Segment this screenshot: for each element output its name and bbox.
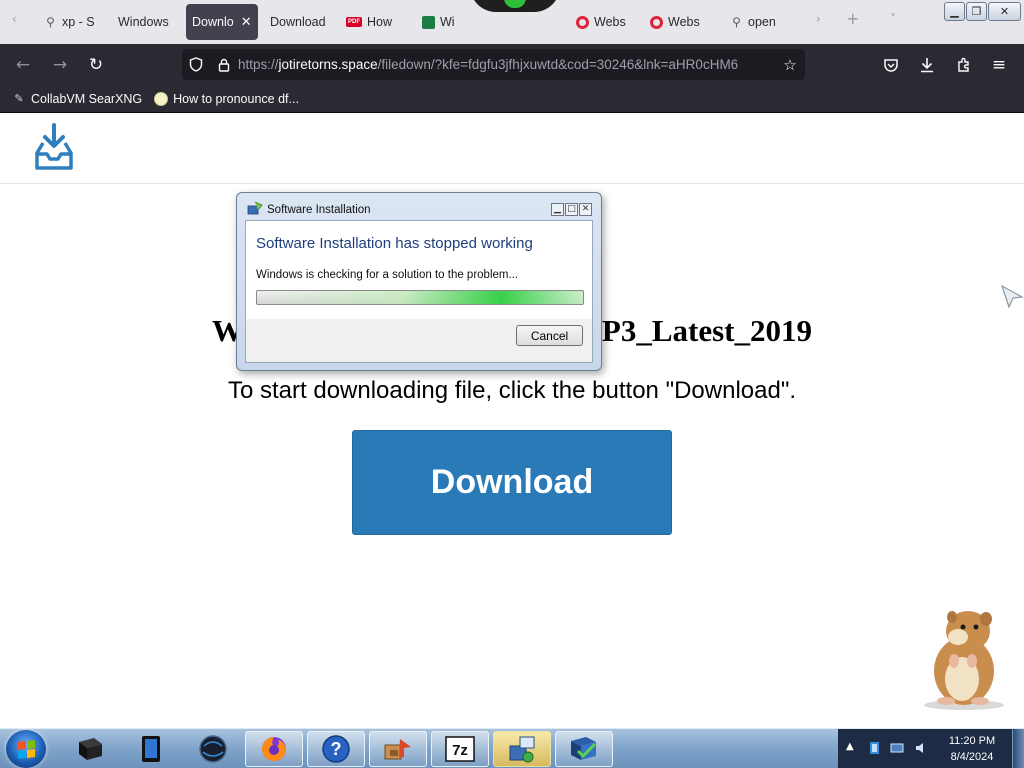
search-icon: ⚲ bbox=[732, 15, 741, 29]
task-icon bbox=[571, 737, 597, 760]
tab-website-1[interactable]: Webs bbox=[570, 4, 632, 40]
taskbar-globe-app[interactable] bbox=[184, 731, 242, 767]
taskbar-7zip[interactable]: 7z bbox=[431, 731, 489, 767]
searxng-icon: ✎ bbox=[14, 93, 24, 105]
windows-logo-icon bbox=[17, 739, 35, 759]
minimize-icon[interactable]: ▁ bbox=[944, 2, 965, 21]
tab-windows[interactable]: Windows bbox=[112, 4, 178, 40]
window-controls: ▁ ❐ ✕ bbox=[944, 2, 1021, 21]
dialog-close-icon[interactable]: ✕ bbox=[579, 203, 592, 216]
reload-icon[interactable]: ↻ bbox=[83, 52, 109, 78]
lock-icon[interactable] bbox=[210, 58, 238, 72]
taskbar-installer-active[interactable] bbox=[493, 731, 551, 767]
webcam-overlay bbox=[470, 0, 560, 12]
dialog-titlebar[interactable]: Software Installation ▁ □ ✕ bbox=[237, 193, 601, 220]
dialog-message: Windows is checking for a solution to th… bbox=[256, 269, 519, 281]
firefox-icon bbox=[262, 737, 286, 761]
downloads-icon[interactable] bbox=[914, 52, 940, 78]
tab-website-2[interactable]: Webs bbox=[644, 4, 710, 40]
menu-icon[interactable]: ≡ bbox=[986, 52, 1012, 78]
dialog-window-controls: ▁ □ ✕ bbox=[551, 203, 592, 216]
taskbar-setup[interactable] bbox=[369, 731, 427, 767]
tray-expand-icon[interactable]: ▲ bbox=[846, 741, 854, 752]
download-inbox-logo-icon[interactable] bbox=[34, 123, 74, 171]
download-button[interactable]: Download bbox=[352, 430, 672, 535]
dialog-heading: Software Installation has stopped workin… bbox=[256, 235, 533, 252]
tab-download-active[interactable]: Downlo ✕ bbox=[186, 4, 258, 40]
tab-sheet[interactable]: Wi bbox=[416, 4, 468, 40]
taskbar: ? 7z ▲ 11:20 PM 8/4/2024 bbox=[0, 728, 1024, 768]
tab-how[interactable]: PDF How bbox=[340, 4, 402, 40]
system-clock[interactable]: 11:20 PM 8/4/2024 bbox=[942, 733, 1002, 765]
7zip-icon: 7z bbox=[445, 736, 475, 762]
taskbar-tablet[interactable] bbox=[122, 731, 180, 767]
installer-icon bbox=[509, 736, 535, 763]
tab-download[interactable]: Download bbox=[264, 4, 334, 40]
progress-bar bbox=[256, 290, 584, 305]
forward-icon[interactable]: → bbox=[47, 52, 73, 78]
show-desktop-button[interactable] bbox=[1012, 729, 1024, 768]
tab-strip: ‹ ⚲ xp - S Windows Downlo ✕ Download PDF… bbox=[0, 0, 1024, 44]
globe-icon bbox=[154, 91, 169, 106]
bookmark-star-icon[interactable]: ☆ bbox=[775, 56, 805, 74]
svg-text:?: ? bbox=[331, 739, 342, 759]
search-icon: ⚲ bbox=[46, 15, 55, 29]
close-window-icon[interactable]: ✕ bbox=[988, 2, 1021, 21]
tab-scroll-left-icon[interactable]: ‹ bbox=[12, 12, 17, 26]
network-icon[interactable] bbox=[890, 741, 904, 755]
taskbar-help[interactable]: ? bbox=[307, 731, 365, 767]
start-button[interactable] bbox=[6, 730, 46, 768]
dialog-body: Software Installation has stopped workin… bbox=[245, 220, 593, 363]
bookmark-searxng[interactable]: ✎ CollabVM SearXNG bbox=[12, 92, 142, 106]
volume-icon[interactable] bbox=[914, 741, 928, 755]
taskbar-media-center[interactable] bbox=[60, 731, 118, 767]
clock-time: 11:20 PM bbox=[948, 735, 996, 747]
pdf-icon: PDF bbox=[346, 17, 362, 27]
new-tab-icon[interactable]: + bbox=[846, 9, 859, 28]
progress-fill bbox=[257, 291, 583, 304]
close-tab-icon[interactable]: ✕ bbox=[241, 14, 252, 30]
svg-text:7z: 7z bbox=[452, 742, 468, 759]
dialog-maximize-icon[interactable]: □ bbox=[565, 203, 578, 216]
screen: ‹ ⚲ xp - S Windows Downlo ✕ Download PDF… bbox=[0, 0, 1024, 768]
tab-list-icon[interactable]: ˅ bbox=[890, 12, 896, 26]
bookmarks-toolbar: ✎ CollabVM SearXNG How to pronounce df..… bbox=[0, 85, 1024, 113]
url-text[interactable]: https://jotiretorns.space/filedown/?kfe=… bbox=[238, 57, 775, 72]
error-dialog: Software Installation ▁ □ ✕ Software Ins… bbox=[236, 192, 602, 371]
dialog-minimize-icon[interactable]: ▁ bbox=[551, 203, 564, 216]
shield-icon[interactable] bbox=[182, 57, 210, 72]
taskbar-task[interactable] bbox=[555, 731, 613, 767]
tab-open-search[interactable]: ⚲ open bbox=[724, 4, 782, 40]
clock-date: 8/4/2024 bbox=[950, 751, 994, 763]
pocket-icon[interactable] bbox=[878, 52, 904, 78]
restore-icon[interactable]: ❐ bbox=[966, 2, 987, 21]
navigation-toolbar: ← → ↻ https://jotiretorns.space/filedown… bbox=[0, 44, 1024, 85]
help-icon: ? bbox=[322, 735, 350, 763]
dialog-title: Software Installation bbox=[267, 204, 371, 216]
system-tray: ▲ 11:20 PM 8/4/2024 bbox=[838, 729, 1024, 768]
tab-xp-search[interactable]: ⚲ xp - S bbox=[38, 4, 102, 40]
back-icon[interactable]: ← bbox=[10, 52, 36, 78]
opera-icon bbox=[650, 15, 663, 29]
bookmark-pronounce[interactable]: How to pronounce df... bbox=[154, 91, 299, 106]
opera-icon bbox=[576, 15, 589, 29]
hamster-mascot-icon bbox=[924, 611, 1004, 710]
media-center-icon bbox=[79, 738, 102, 760]
sheet-icon bbox=[422, 15, 435, 29]
address-bar[interactable]: https://jotiretorns.space/filedown/?kfe=… bbox=[182, 49, 805, 80]
extensions-icon[interactable] bbox=[951, 52, 977, 78]
mouse-pointer-icon bbox=[1000, 284, 1024, 309]
setup-icon bbox=[384, 739, 411, 760]
download-instruction: To start downloading file, click the but… bbox=[227, 377, 797, 404]
site-header bbox=[0, 113, 1024, 184]
installer-icon bbox=[247, 201, 263, 215]
taskbar-firefox[interactable] bbox=[245, 731, 303, 767]
cancel-button[interactable]: Cancel bbox=[516, 325, 583, 346]
tab-scroll-right-icon[interactable]: › bbox=[816, 12, 821, 26]
tablet-icon bbox=[142, 736, 160, 762]
tray-app-icon[interactable] bbox=[868, 741, 882, 755]
globe-app-icon bbox=[199, 735, 227, 763]
